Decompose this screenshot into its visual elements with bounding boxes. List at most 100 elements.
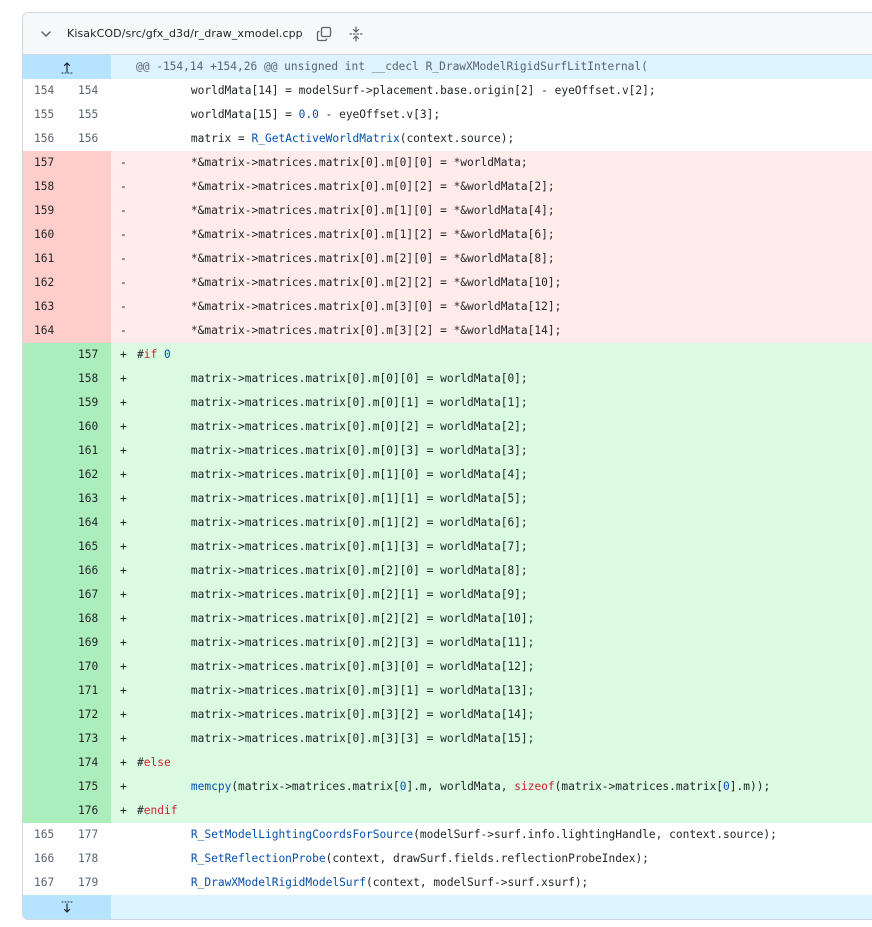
new-line-number[interactable]: 169: [67, 631, 111, 655]
old-line-number[interactable]: 161: [23, 247, 67, 271]
old-line-number[interactable]: 165: [23, 823, 67, 847]
diff-marker: -: [120, 180, 127, 193]
old-line-number[interactable]: 156: [23, 127, 67, 151]
old-line-number[interactable]: 159: [23, 199, 67, 223]
old-line-number[interactable]: 167: [23, 871, 67, 895]
new-line-number[interactable]: 173: [67, 727, 111, 751]
new-line-number[interactable]: 162: [67, 463, 111, 487]
new-line-number[interactable]: 155: [67, 103, 111, 127]
old-line-number[interactable]: 164: [23, 319, 67, 343]
old-line-number[interactable]: [23, 463, 67, 487]
new-line-number[interactable]: 157: [67, 343, 111, 367]
new-line-number[interactable]: 168: [67, 607, 111, 631]
old-line-number[interactable]: [23, 559, 67, 583]
old-line-number[interactable]: [23, 415, 67, 439]
diff-marker: [119, 127, 137, 151]
added-line: 174 + #else: [23, 751, 872, 775]
code-line: - *&matrix->matrices.matrix[0].m[1][0] =…: [111, 199, 872, 223]
old-line-number[interactable]: [23, 367, 67, 391]
new-line-number[interactable]: [67, 295, 111, 319]
code-token: matrix->matrices.matrix[0].m[0][3] = wor…: [137, 444, 528, 457]
new-line-number[interactable]: [67, 151, 111, 175]
new-line-number[interactable]: [67, 175, 111, 199]
old-line-number[interactable]: [23, 535, 67, 559]
new-line-number[interactable]: 176: [67, 799, 111, 823]
new-line-number[interactable]: 158: [67, 367, 111, 391]
code-token: #: [137, 756, 144, 769]
code-token: #: [137, 348, 144, 361]
file-path[interactable]: KisakCOD/src/gfx_d3d/r_draw_xmodel.cpp: [67, 27, 303, 40]
added-line: 169 + matrix->matrices.matrix[0].m[2][3] …: [23, 631, 872, 655]
diff-marker: +: [120, 372, 127, 385]
old-line-number[interactable]: [23, 391, 67, 415]
code-line: - *&matrix->matrices.matrix[0].m[0][2] =…: [111, 175, 872, 199]
unfold-icon[interactable]: [348, 25, 364, 42]
context-line: 156 156 matrix = R_GetActiveWorldMatrix(c…: [23, 127, 872, 151]
old-line-number[interactable]: 160: [23, 223, 67, 247]
new-line-number[interactable]: 166: [67, 559, 111, 583]
new-line-number[interactable]: 178: [67, 847, 111, 871]
new-line-number[interactable]: 154: [67, 79, 111, 103]
expand-down-button[interactable]: [23, 895, 111, 919]
new-line-number[interactable]: [67, 319, 111, 343]
new-line-number[interactable]: 159: [67, 391, 111, 415]
added-line: 176 + #endif: [23, 799, 872, 823]
new-line-number[interactable]: 164: [67, 511, 111, 535]
new-line-number[interactable]: 171: [67, 679, 111, 703]
copy-icon[interactable]: [316, 26, 332, 42]
chevron-down-icon[interactable]: [40, 28, 52, 40]
old-line-number[interactable]: 157: [23, 151, 67, 175]
new-line-number[interactable]: 170: [67, 655, 111, 679]
new-line-number[interactable]: [67, 223, 111, 247]
new-line-number[interactable]: [67, 271, 111, 295]
deleted-line: 161 - *&matrix->matrices.matrix[0].m[2][0…: [23, 247, 872, 271]
new-line-number[interactable]: 156: [67, 127, 111, 151]
old-line-number[interactable]: [23, 631, 67, 655]
old-line-number[interactable]: 163: [23, 295, 67, 319]
code-line: worldMata[14] = modelSurf->placement.bas…: [111, 79, 872, 103]
code-token: (context.source);: [399, 132, 515, 145]
new-line-number[interactable]: 179: [67, 871, 111, 895]
new-line-number[interactable]: 172: [67, 703, 111, 727]
old-line-number[interactable]: 154: [23, 79, 67, 103]
old-line-number[interactable]: [23, 439, 67, 463]
old-line-number[interactable]: 162: [23, 271, 67, 295]
old-line-number[interactable]: [23, 727, 67, 751]
code-line: - *&matrix->matrices.matrix[0].m[2][2] =…: [111, 271, 872, 295]
code-line: matrix = R_GetActiveWorldMatrix(context.…: [111, 127, 872, 151]
old-line-number[interactable]: 166: [23, 847, 67, 871]
old-line-number[interactable]: [23, 679, 67, 703]
old-line-number[interactable]: 155: [23, 103, 67, 127]
new-line-number[interactable]: 165: [67, 535, 111, 559]
context-line: 165 177 R_SetModelLightingCoordsForSource…: [23, 823, 872, 847]
old-line-number[interactable]: [23, 775, 67, 799]
old-line-number[interactable]: [23, 583, 67, 607]
deleted-line: 158 - *&matrix->matrices.matrix[0].m[0][2…: [23, 175, 872, 199]
expand-up-button[interactable]: [23, 55, 111, 79]
new-line-number[interactable]: 163: [67, 487, 111, 511]
old-line-number[interactable]: 158: [23, 175, 67, 199]
added-line: 163 + matrix->matrices.matrix[0].m[1][1] …: [23, 487, 872, 511]
new-line-number[interactable]: 161: [67, 439, 111, 463]
old-line-number[interactable]: [23, 487, 67, 511]
code-token: 0.0: [298, 108, 319, 121]
old-line-number[interactable]: [23, 607, 67, 631]
new-line-number[interactable]: [67, 199, 111, 223]
old-line-number[interactable]: [23, 511, 67, 535]
deleted-line: 157 - *&matrix->matrices.matrix[0].m[0][0…: [23, 151, 872, 175]
old-line-number[interactable]: [23, 655, 67, 679]
old-line-number[interactable]: [23, 799, 67, 823]
new-line-number[interactable]: [67, 247, 111, 271]
new-line-number[interactable]: 177: [67, 823, 111, 847]
new-line-number[interactable]: 175: [67, 775, 111, 799]
new-line-number[interactable]: 174: [67, 751, 111, 775]
code-token: R_GetActiveWorldMatrix: [251, 132, 400, 145]
new-line-number[interactable]: 167: [67, 583, 111, 607]
old-line-number[interactable]: [23, 343, 67, 367]
old-line-number[interactable]: [23, 751, 67, 775]
old-line-number[interactable]: [23, 703, 67, 727]
added-line: 172 + matrix->matrices.matrix[0].m[3][2] …: [23, 703, 872, 727]
code-token: ].m, worldMata,: [406, 780, 515, 793]
diff-marker: +: [120, 348, 127, 361]
new-line-number[interactable]: 160: [67, 415, 111, 439]
